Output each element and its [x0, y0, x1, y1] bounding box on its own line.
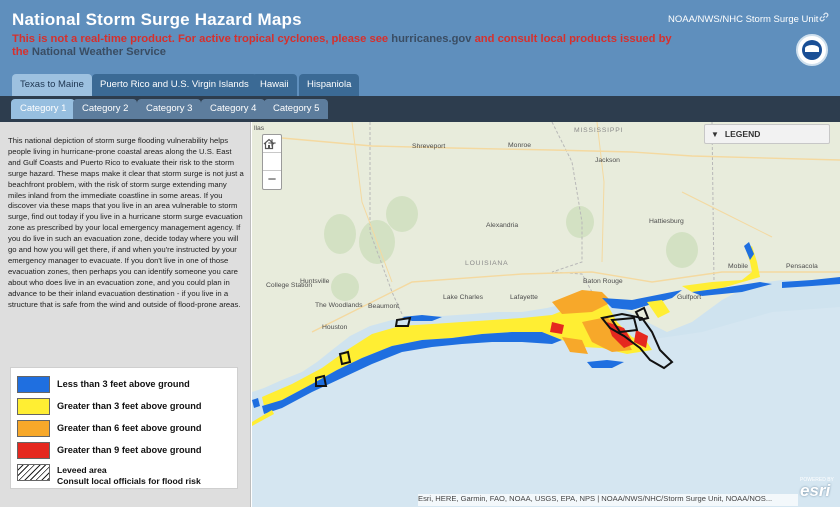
home-icon[interactable]: [263, 138, 281, 171]
tab-category-2[interactable]: Category 2: [73, 99, 138, 119]
app-title: National Storm Surge Hazard Maps: [12, 10, 302, 29]
legend-swatch-blue: [17, 376, 50, 393]
place-label: Beaumont: [368, 303, 399, 310]
legend-swatch-yellow: [17, 398, 50, 415]
place-label: Huntsville: [300, 278, 330, 285]
map-view[interactable]: llas Shreveport Monroe Jackson MISSISSIP…: [252, 122, 840, 507]
info-sidebar: This national depiction of storm surge f…: [0, 122, 251, 507]
legend-swatch-red: [17, 442, 50, 459]
link-icon[interactable]: [818, 11, 830, 26]
description-text: This national depiction of storm surge f…: [8, 136, 244, 309]
legend-swatch-orange: [17, 420, 50, 437]
legend-label: Greater than 6 feet above ground: [57, 423, 202, 433]
legend-item: Greater than 3 feet above ground: [17, 398, 237, 416]
legend-item: Greater than 9 feet above ground: [17, 442, 237, 460]
legend-item-leveed: Leveed area Consult local officials for …: [17, 464, 237, 486]
place-label: Lake Charles: [443, 294, 484, 301]
disclaimer-text: This is not a real-time product. For act…: [12, 33, 392, 45]
tab-category-1[interactable]: Category 1: [11, 99, 76, 119]
noaa-logo: [796, 34, 828, 66]
place-label: Hattiesburg: [649, 218, 684, 225]
state-label: LOUISIANA: [465, 260, 509, 267]
place-label: Lafayette: [510, 294, 538, 301]
leveed-title: Leveed area: [57, 465, 107, 475]
place-label: Jackson: [595, 157, 620, 164]
nws-link[interactable]: National Weather Service: [32, 46, 166, 58]
place-label: Pensacola: [786, 263, 818, 270]
chevron-down-icon: ▼: [711, 130, 719, 139]
place-label: Houston: [322, 324, 348, 331]
place-label: Baton Rouge: [583, 278, 623, 285]
category-tabs: Category 1 Category 2 Category 3 Categor…: [0, 96, 840, 122]
map-attribution: Esri, HERE, Garmin, FAO, NOAA, USGS, EPA…: [418, 494, 798, 506]
leveed-note: Consult local officials for flood risk: [57, 475, 201, 486]
legend-label: Less than 3 feet above ground: [57, 379, 190, 389]
legend-button-label: LEGEND: [724, 129, 761, 139]
legend-label-leveed: Leveed area Consult local officials for …: [57, 465, 201, 486]
tab-category-3[interactable]: Category 3: [137, 99, 202, 119]
surge-legend: Less than 3 feet above ground Greater th…: [10, 367, 238, 489]
place-label: Gulfport: [677, 294, 702, 301]
tab-category-4[interactable]: Category 4: [201, 99, 266, 119]
tab-hawaii[interactable]: Hawaii: [252, 74, 297, 96]
basemap: [252, 122, 840, 507]
app-header: National Storm Surge Hazard Maps This is…: [0, 0, 840, 72]
legend-label: Greater than 3 feet above ground: [57, 401, 202, 411]
region-tabs: Texas to Maine Puerto Rico and U.S. Virg…: [0, 72, 840, 96]
legend-item: Greater than 6 feet above ground: [17, 420, 237, 438]
legend-label: Greater than 9 feet above ground: [57, 445, 202, 455]
legend-swatch-hatched: [17, 464, 50, 481]
tab-puerto-rico[interactable]: Puerto Rico and U.S. Virgin Islands: [92, 74, 257, 96]
esri-logo: esri: [800, 481, 831, 500]
disclaimer-banner: This is not a real-time product. For act…: [12, 33, 672, 59]
tab-hispaniola[interactable]: Hispaniola: [299, 74, 360, 96]
state-label: MISSISSIPPI: [574, 127, 624, 134]
place-label: The Woodlands: [315, 302, 363, 309]
agency-label: NOAA/NWS/NHC Storm Surge Unit: [668, 14, 819, 25]
zoom-controls: + −: [262, 134, 282, 190]
hurricanes-link[interactable]: hurricanes.gov: [391, 33, 471, 45]
zoom-out-button[interactable]: −: [263, 171, 281, 189]
legend-item: Less than 3 feet above ground: [17, 376, 237, 394]
place-label: Alexandria: [486, 222, 519, 229]
legend-toggle-button[interactable]: ▼ LEGEND: [704, 124, 830, 144]
place-label: Mobile: [728, 263, 749, 270]
place-label: Monroe: [508, 142, 532, 149]
place-label: Shreveport: [412, 143, 446, 150]
place-label: llas: [254, 125, 265, 132]
tab-texas-to-maine[interactable]: Texas to Maine: [12, 74, 92, 96]
tab-category-5[interactable]: Category 5: [264, 99, 329, 119]
